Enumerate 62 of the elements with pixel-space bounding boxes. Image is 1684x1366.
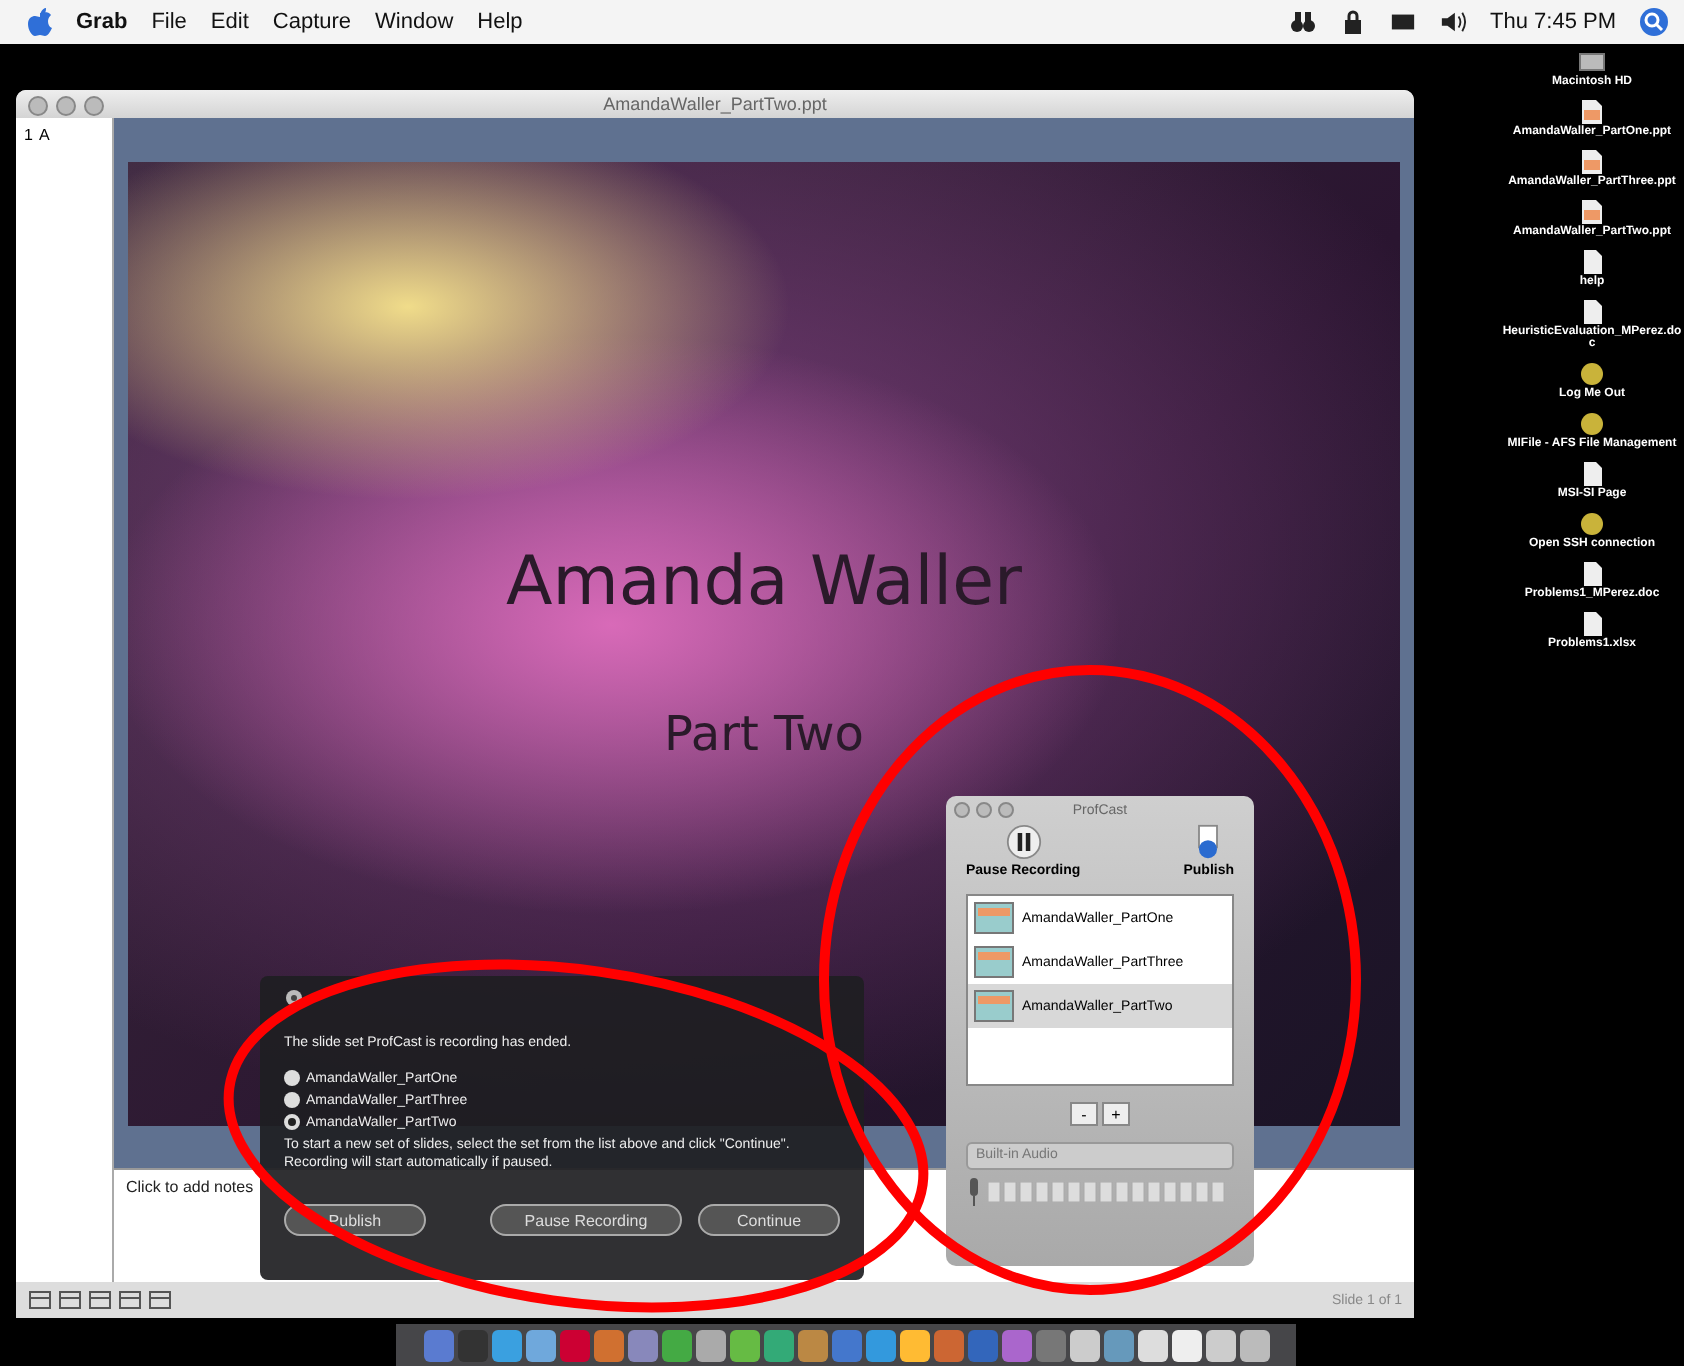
app-icon[interactable] bbox=[525, 1329, 555, 1361]
slide-number: 1 bbox=[24, 126, 33, 144]
document-icon[interactable] bbox=[1578, 298, 1606, 326]
app-icon[interactable] bbox=[729, 1329, 759, 1361]
outline-text[interactable]: A bbox=[38, 126, 50, 144]
app-icon[interactable] bbox=[1137, 1329, 1167, 1361]
radio-button[interactable] bbox=[284, 1070, 300, 1086]
menu-item[interactable]: File bbox=[151, 10, 187, 34]
application-icon[interactable] bbox=[1578, 410, 1606, 438]
app-icon[interactable] bbox=[695, 1329, 725, 1361]
view-button[interactable] bbox=[118, 1290, 142, 1310]
minimize-button[interactable] bbox=[56, 96, 76, 116]
app-icon[interactable] bbox=[491, 1329, 521, 1361]
document-icon[interactable] bbox=[1578, 610, 1606, 638]
document-icon[interactable] bbox=[1578, 560, 1606, 588]
presentation-icon bbox=[974, 902, 1014, 934]
add-button[interactable]: + bbox=[1102, 1102, 1130, 1126]
menu-clock[interactable]: Thu 7:45 PM bbox=[1490, 10, 1616, 34]
application-icon[interactable] bbox=[1578, 360, 1606, 388]
radio-button[interactable] bbox=[284, 1114, 300, 1130]
menu-item[interactable]: Help bbox=[477, 10, 523, 34]
document-icon[interactable] bbox=[1578, 248, 1606, 276]
app-icon[interactable] bbox=[1239, 1329, 1269, 1361]
presentation-icon bbox=[974, 990, 1014, 1022]
view-button[interactable] bbox=[148, 1290, 172, 1310]
lock-icon[interactable] bbox=[1340, 10, 1367, 34]
app-menu[interactable]: Grab bbox=[76, 10, 128, 34]
display-icon[interactable] bbox=[1390, 10, 1417, 34]
slide-title: Amanda Waller bbox=[505, 541, 1023, 621]
document-icon[interactable] bbox=[1578, 460, 1606, 488]
presentation-file-icon[interactable] bbox=[1578, 98, 1606, 126]
app-icon[interactable] bbox=[899, 1329, 929, 1361]
view-button[interactable] bbox=[88, 1290, 112, 1310]
menu-item[interactable]: Window bbox=[375, 10, 454, 34]
app-icon[interactable] bbox=[1205, 1329, 1235, 1361]
search-icon[interactable] bbox=[1640, 8, 1668, 36]
menu-item[interactable]: Edit bbox=[210, 10, 249, 34]
apple-icon[interactable] bbox=[28, 8, 52, 36]
volume-icon[interactable] bbox=[1440, 10, 1467, 34]
slide-subtitle: Part Two bbox=[663, 705, 864, 761]
window-title: AmandaWaller_PartTwo.ppt bbox=[603, 94, 827, 114]
presentation-icon bbox=[974, 946, 1014, 978]
level-meter-icon bbox=[988, 1182, 1228, 1202]
radio-button[interactable] bbox=[284, 1092, 300, 1108]
pause-icon[interactable] bbox=[1005, 824, 1042, 860]
binoculars-icon[interactable] bbox=[1290, 10, 1317, 34]
close-button[interactable] bbox=[28, 96, 48, 116]
app-icon[interactable] bbox=[1069, 1329, 1099, 1361]
dialog-button[interactable]: Pause Recording bbox=[489, 1204, 683, 1237]
presentation-file-icon[interactable] bbox=[1578, 148, 1606, 176]
remove-button[interactable]: - bbox=[1070, 1102, 1098, 1126]
gear-icon[interactable] bbox=[284, 988, 304, 1008]
view-button[interactable] bbox=[58, 1290, 82, 1310]
zoom-button[interactable] bbox=[84, 96, 104, 116]
view-button[interactable] bbox=[28, 1290, 52, 1310]
microphone-icon bbox=[966, 1178, 982, 1206]
hard-drive-icon[interactable] bbox=[1578, 48, 1606, 76]
presentation-file-icon[interactable] bbox=[1578, 198, 1606, 226]
dialog-button[interactable]: Continue bbox=[698, 1204, 840, 1237]
application-icon[interactable] bbox=[1578, 510, 1606, 538]
app-icon[interactable] bbox=[1171, 1329, 1201, 1361]
menu-item[interactable]: Capture bbox=[272, 10, 352, 34]
